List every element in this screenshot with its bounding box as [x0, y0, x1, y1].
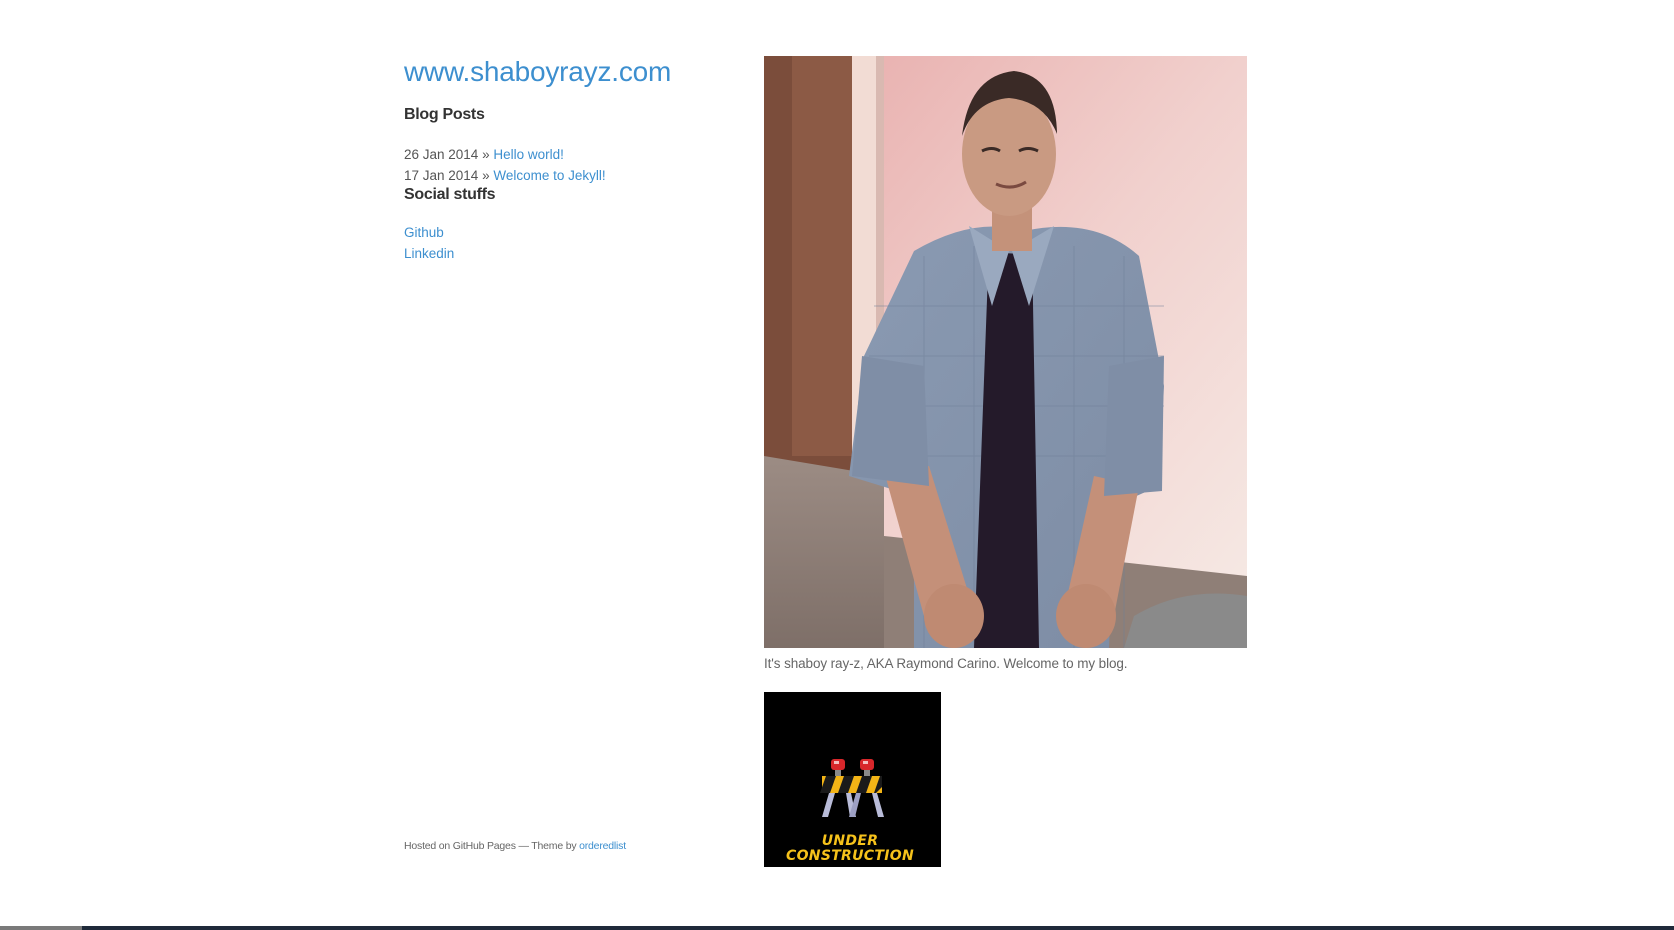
linkedin-link[interactable]: Linkedin — [404, 243, 734, 264]
list-item: 17 Jan 2014 » Welcome to Jekyll! — [404, 165, 734, 186]
under-construction-image: UNDER CONSTRUCTION — [764, 692, 941, 867]
under-construction-text: UNDER CONSTRUCTION — [764, 834, 936, 864]
social-heading: Social stuffs — [404, 186, 496, 203]
post-link-hello-world[interactable]: Hello world! — [493, 147, 564, 162]
main-content: It's shaboy ray-z, AKA Raymond Carino. W… — [764, 56, 1248, 867]
post-link-welcome-to-jekyll[interactable]: Welcome to Jekyll! — [493, 168, 605, 183]
barricade-icon — [820, 759, 884, 817]
scrollbar-thumb[interactable] — [0, 926, 82, 930]
site-title-link[interactable]: www.shaboyrayz.com — [404, 54, 734, 90]
horizontal-scrollbar[interactable] — [0, 926, 1674, 930]
theme-link[interactable]: orderedlist — [579, 840, 626, 852]
profile-photo-illustration — [764, 56, 1247, 648]
post-separator: » — [482, 168, 490, 183]
post-date: 17 Jan 2014 — [404, 168, 479, 183]
sidebar: www.shaboyrayz.com Blog Posts 26 Jan 201… — [404, 54, 734, 264]
construction-line-1: UNDER — [821, 833, 879, 849]
social-links: Github Linkedin — [404, 222, 734, 264]
footer-hosted-text: Hosted on GitHub Pages — Theme by — [404, 840, 577, 852]
construction-line-2: CONSTRUCTION — [786, 848, 914, 864]
post-list: 26 Jan 2014 » Hello world! 17 Jan 2014 »… — [404, 144, 734, 186]
photo-caption: It's shaboy ray-z, AKA Raymond Carino. W… — [764, 656, 1128, 671]
list-item: 26 Jan 2014 » Hello world! — [404, 144, 734, 165]
profile-photo — [764, 56, 1247, 648]
post-date: 26 Jan 2014 — [404, 147, 479, 162]
footer: Hosted on GitHub Pages — Theme by ordere… — [404, 840, 626, 852]
github-link[interactable]: Github — [404, 222, 734, 243]
post-separator: » — [482, 147, 490, 162]
blog-posts-heading: Blog Posts — [404, 106, 485, 123]
